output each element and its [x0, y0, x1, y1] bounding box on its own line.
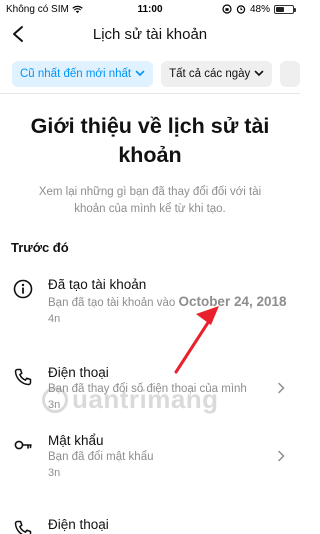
item-title: Điện thoại	[48, 365, 109, 380]
item-body: Điện thoại	[48, 516, 288, 533]
more-filter-chip[interactable]	[280, 60, 300, 87]
header: Lịch sử tài khoản	[0, 18, 300, 50]
section-label: Trước đó	[11, 240, 69, 255]
chevron-right-icon	[274, 450, 288, 462]
chevron-down-icon	[254, 70, 264, 77]
item-desc-prefix: Bạn đã tạo tài khoản vào	[48, 297, 179, 309]
sort-filter-label: Cũ nhất đến mới nhất	[20, 67, 132, 80]
item-time: 4n	[48, 313, 61, 325]
status-right: 48%	[184, 3, 296, 15]
list-item-account-created[interactable]: Đã tạo tài khoản Bạn đã tạo tài khoản và…	[0, 276, 300, 325]
date-filter-label: Tất cả các ngày	[169, 67, 251, 80]
item-title: Mật khẩu	[48, 433, 104, 448]
status-time: 11:00	[137, 3, 163, 15]
wifi-icon	[72, 5, 83, 13]
item-body: Điện thoại Bạn đã thay đổi số điện thoại…	[48, 364, 274, 411]
date-filter-chip[interactable]: Tất cả các ngày	[161, 60, 273, 87]
battery-icon	[274, 4, 296, 14]
back-button[interactable]	[6, 22, 30, 46]
list-item-password[interactable]: Mật khẩu Bạn đã đổi mật khẩu 3n	[0, 432, 300, 479]
item-description: Bạn đã đổi mật khẩu	[48, 451, 154, 463]
list-item-phone-2[interactable]: Điện thoại	[0, 516, 300, 534]
chevron-right-icon	[274, 382, 288, 394]
battery-percent: 48%	[249, 3, 270, 15]
alarm-icon	[236, 5, 246, 14]
info-icon	[12, 278, 34, 300]
item-desc-date: October 24, 2018	[178, 294, 287, 309]
item-description: Bạn đã thay đổi số điện thoại của mình	[48, 383, 247, 395]
item-body: Mật khẩu Bạn đã đổi mật khẩu 3n	[48, 432, 274, 479]
chevron-left-icon	[13, 26, 23, 42]
status-left: Không có SIM	[6, 4, 116, 15]
intro-description: Xem lại những gì bạn đã thay đổi đối với…	[38, 186, 262, 215]
battery-fill	[276, 6, 284, 12]
status-bar: Không có SIM 11:00 48%	[0, 0, 300, 18]
phone-icon	[12, 366, 34, 388]
item-title: Điện thoại	[48, 517, 109, 532]
filter-bar: Cũ nhất đến mới nhất Tất cả các ngày	[0, 54, 300, 94]
key-icon	[12, 434, 34, 456]
intro-title: Giới thiệu về lịch sử tài khoản	[30, 114, 270, 167]
list-item-phone[interactable]: Điện thoại Bạn đã thay đổi số điện thoại…	[0, 364, 300, 411]
page-title: Lịch sử tài khoản	[92, 25, 208, 43]
item-body: Đã tạo tài khoản Bạn đã tạo tài khoản và…	[48, 276, 288, 325]
item-description: Bạn đã tạo tài khoản vào October 24, 201…	[48, 294, 288, 311]
chevron-down-icon	[135, 70, 145, 77]
carrier-label: Không có SIM	[6, 3, 69, 15]
sort-filter-chip[interactable]: Cũ nhất đến mới nhất	[12, 60, 154, 87]
item-time: 3n	[48, 467, 61, 479]
phone-icon	[12, 518, 34, 534]
rotation-lock-icon	[222, 4, 232, 14]
item-title: Đã tạo tài khoản	[48, 277, 147, 292]
item-time: 3n	[48, 399, 61, 411]
intro-section: Giới thiệu về lịch sử tài khoản Xem lại …	[0, 112, 300, 218]
